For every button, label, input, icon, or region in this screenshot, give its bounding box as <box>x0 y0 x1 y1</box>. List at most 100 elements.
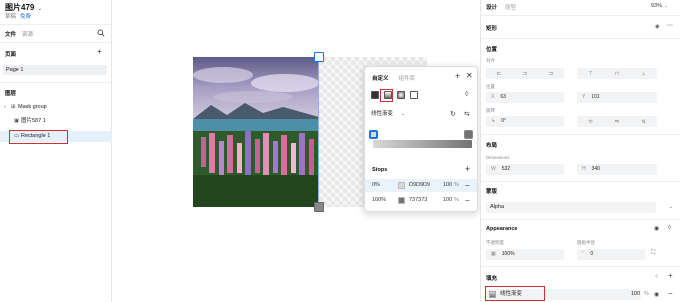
tab-custom[interactable]: 自定义 <box>372 74 389 82</box>
gradient-handle-start[interactable] <box>314 52 324 62</box>
remove-fill-icon[interactable]: − <box>668 289 673 298</box>
tab-files[interactable]: 文件 <box>5 30 16 38</box>
align-bottom-icon[interactable]: ⊥ <box>641 71 645 77</box>
gradient-preview-bar[interactable] <box>373 140 472 148</box>
remove-stop-icon[interactable]: − <box>465 194 470 207</box>
more-icon[interactable]: ⋯ <box>667 22 673 29</box>
stop-swatch[interactable] <box>398 197 405 204</box>
chevron-down-icon[interactable]: ⌄ <box>37 6 42 12</box>
width-field[interactable]: W 532 <box>486 164 564 175</box>
fill-title: 填充 <box>486 276 498 282</box>
gradient-handle-end[interactable] <box>314 202 324 212</box>
divider <box>481 38 680 39</box>
search-icon[interactable] <box>97 29 105 37</box>
gradient-stop-start[interactable] <box>369 130 378 139</box>
y-value: 101 <box>591 94 600 100</box>
solid-fill-icon[interactable] <box>371 91 379 99</box>
tab-prototype[interactable]: 原型 <box>505 3 516 11</box>
radial-gradient-icon[interactable] <box>397 91 405 99</box>
popup-tabs: 自定义 组件库 <box>372 74 415 82</box>
component-icon[interactable]: ◈ <box>655 23 660 30</box>
h-value: 340 <box>591 166 600 172</box>
radius-label: 圆角半径 <box>577 240 595 245</box>
rotation-field[interactable]: ↳ 0° <box>486 116 564 127</box>
dimensions-label: Dimensions <box>486 155 510 160</box>
swap-icon[interactable]: ⇆ <box>464 110 470 118</box>
gradient-line <box>318 57 319 207</box>
gradient-type-label: 线性渐变 <box>371 111 394 117</box>
y-field[interactable]: Y 101 <box>577 92 657 103</box>
add-stop-icon[interactable]: + <box>465 164 470 174</box>
y-key: Y <box>582 94 586 100</box>
percent-label: % <box>644 291 649 297</box>
layer-image[interactable]: ▣ 图片587 1 <box>0 116 112 127</box>
align-right-icon[interactable]: ⊐ <box>549 71 553 77</box>
add-fill-icon[interactable]: + <box>668 271 673 280</box>
free-link[interactable]: 免费 <box>20 14 31 20</box>
right-panel: 设计 原型 93% ⌄ 矩形 ◈ ⋯ 位置 对齐 ⊏ ⊐ ⊐ ⊤ ⊓ ⊥ 位置 X… <box>480 0 680 302</box>
stop-row[interactable]: 100% 737373 100 % − <box>365 194 477 207</box>
x-field[interactable]: X 63 <box>486 92 564 103</box>
stop-opacity[interactable]: 100 <box>443 194 452 207</box>
flip-vertical-icon[interactable]: ⇅ <box>642 119 646 125</box>
gradient-type-select[interactable]: 线性渐变 ⌄ <box>371 109 413 119</box>
zoom-level: 93% <box>651 3 663 9</box>
flip-group: ⟲ ⇋ ⇅ <box>577 116 657 127</box>
rotate-icon[interactable]: ↻ <box>450 110 456 118</box>
stop-opacity[interactable]: 100 <box>443 179 452 192</box>
stop-position[interactable]: 0% <box>372 179 380 192</box>
align-center-icon[interactable]: ⊐ <box>523 71 527 77</box>
zoom-select[interactable]: 93% ⌄ <box>651 3 668 9</box>
align-middle-icon[interactable]: ⊓ <box>615 71 619 77</box>
opacity-field[interactable]: ▦ 100% <box>486 249 564 260</box>
landscape-image[interactable] <box>193 57 319 207</box>
gradient-stop-end[interactable] <box>464 130 473 139</box>
close-icon[interactable]: ✕ <box>466 71 473 80</box>
blend-icon[interactable]: ◊ <box>668 225 671 231</box>
opacity-icon: ▦ <box>491 251 496 257</box>
eye-icon[interactable]: ◉ <box>654 225 659 232</box>
align-left-icon[interactable]: ⊏ <box>497 71 501 77</box>
image-fill-icon[interactable] <box>410 91 418 99</box>
eye-icon[interactable]: ◉ <box>654 291 659 298</box>
divider <box>0 42 112 43</box>
divider <box>481 15 680 16</box>
opacity-label: 不透明度 <box>486 240 504 245</box>
fill-opacity[interactable]: 100 <box>631 289 640 300</box>
w-value: 532 <box>501 166 511 172</box>
radius-field[interactable]: ⌜ 0 <box>577 249 645 260</box>
stop-swatch[interactable] <box>398 182 405 189</box>
vertical-align-group: ⊤ ⊓ ⊥ <box>577 68 657 79</box>
stop-hex[interactable]: 737373 <box>409 194 427 207</box>
chevron-right-icon[interactable]: › <box>4 102 11 113</box>
tab-design[interactable]: 设计 <box>486 3 497 11</box>
mask-group-icon: ⊞ <box>11 104 16 110</box>
layer-mask-group[interactable]: › ⊞ Mask group <box>0 102 112 113</box>
appearance-title: Appearance <box>486 226 518 232</box>
add-page-icon[interactable]: + <box>97 48 102 56</box>
height-field[interactable]: H 340 <box>577 164 657 175</box>
highlight-box <box>485 286 545 301</box>
chevron-down-icon: ⌄ <box>401 111 406 117</box>
fill-type-selector <box>371 91 418 99</box>
page-item[interactable]: Page 1 <box>3 65 107 75</box>
mask-select[interactable]: Alpha ⌄ <box>486 202 673 213</box>
right-tabs: 设计 原型 <box>486 3 516 11</box>
align-top-icon[interactable]: ⊤ <box>588 71 592 77</box>
opacity-value: 100% <box>501 251 515 257</box>
add-style-icon[interactable]: + <box>455 71 460 81</box>
stop-position[interactable]: 100% <box>372 194 386 207</box>
layer-label: Mask group <box>18 104 47 110</box>
remove-stop-icon[interactable]: − <box>465 179 470 192</box>
divider <box>481 266 680 267</box>
tab-library[interactable]: 组件库 <box>399 74 416 82</box>
flip-horizontal-icon[interactable]: ⇋ <box>615 119 619 125</box>
rotate-icon[interactable]: ⟲ <box>588 119 592 125</box>
tab-assets[interactable]: 资源 <box>22 30 33 38</box>
independent-corners-icon[interactable]: ⛶ <box>651 250 655 257</box>
divider <box>481 219 680 220</box>
stop-row[interactable]: 0% D9D9D9 100 % − <box>365 179 477 192</box>
grid-styles-icon[interactable]: ⁘ <box>654 273 659 280</box>
eyedropper-icon[interactable]: ◊ <box>465 91 468 98</box>
stop-hex[interactable]: D9D9D9 <box>409 179 430 192</box>
